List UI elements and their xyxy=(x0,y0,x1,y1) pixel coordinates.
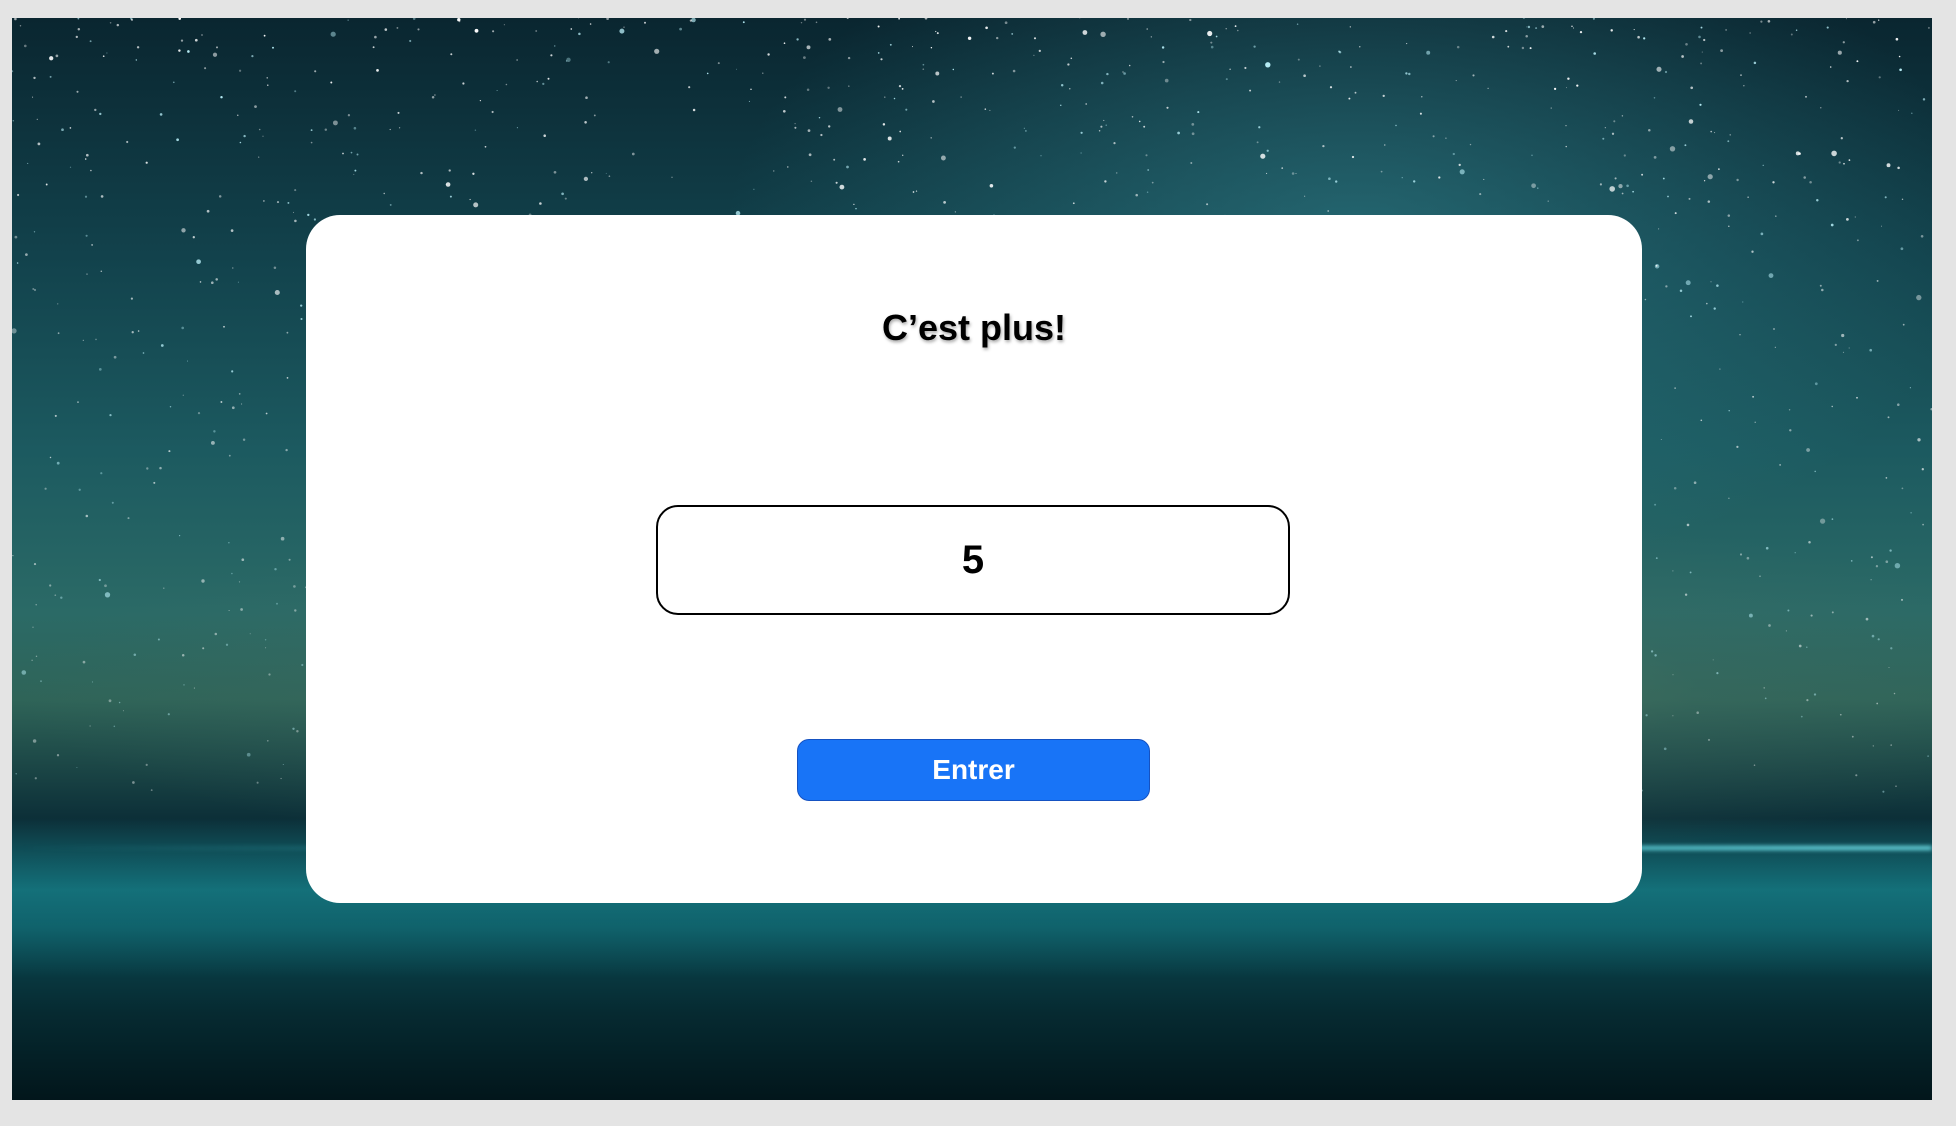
guess-input[interactable] xyxy=(656,505,1290,615)
enter-button[interactable]: Entrer xyxy=(797,739,1150,801)
game-card: C’est plus! Entrer xyxy=(306,215,1642,903)
starry-night-background: C’est plus! Entrer xyxy=(12,18,1932,1100)
feedback-message: C’est plus! xyxy=(881,307,1067,348)
